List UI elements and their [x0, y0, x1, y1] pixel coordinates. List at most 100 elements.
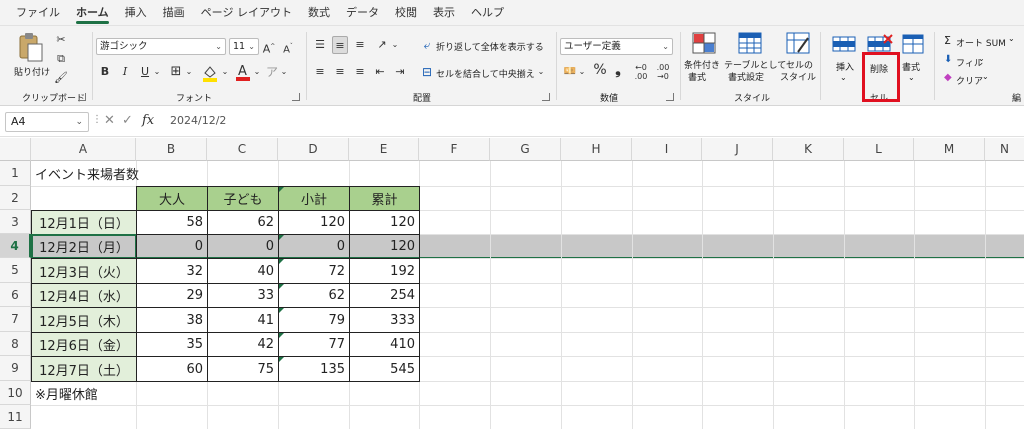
adult-cell[interactable]: 60: [136, 356, 208, 382]
align-right-icon[interactable]: ≡: [352, 63, 368, 81]
adult-cell[interactable]: 32: [136, 258, 208, 284]
date-cell[interactable]: 12月4日（水）: [31, 283, 137, 308]
fill-icon[interactable]: ⬇: [944, 54, 952, 65]
format-cells-label[interactable]: 書式: [902, 60, 920, 73]
format-painter-icon[interactable]: 🖌: [54, 69, 68, 87]
subtotal-cell[interactable]: 0: [278, 234, 350, 259]
chevron-down-icon[interactable]: ⌄: [252, 63, 262, 81]
chevron-down-icon[interactable]: ⌄: [279, 63, 289, 81]
chevron-down-icon[interactable]: ⌄: [578, 63, 586, 81]
tab-file[interactable]: ファイル: [8, 0, 68, 26]
increase-indent-icon[interactable]: ⇥: [392, 63, 408, 81]
column-header-l[interactable]: L: [844, 138, 914, 161]
total-cell[interactable]: 410: [349, 332, 420, 357]
paste-label[interactable]: 貼り付け: [14, 65, 50, 78]
column-header-m[interactable]: M: [914, 138, 985, 161]
align-left-icon[interactable]: ≡: [312, 63, 328, 81]
tab-draw[interactable]: 描画: [155, 0, 193, 26]
column-header-a[interactable]: A: [31, 138, 136, 161]
wrap-text-button[interactable]: 折り返して全体を表示する: [436, 40, 544, 53]
subtotal-cell[interactable]: 72: [278, 258, 350, 284]
align-middle-icon[interactable]: ≡: [332, 36, 348, 54]
format-as-table-line2[interactable]: 書式設定: [728, 70, 764, 83]
bold-button[interactable]: B: [98, 63, 112, 81]
insert-cells-label[interactable]: 挿入: [836, 60, 854, 73]
tab-help[interactable]: ヘルプ: [463, 0, 512, 26]
name-box[interactable]: A4 ⌄: [5, 112, 89, 132]
font-color-icon[interactable]: A: [236, 62, 250, 86]
subtotal-cell[interactable]: 62: [278, 283, 350, 308]
chevron-down-icon[interactable]: ⌄: [978, 54, 985, 63]
row-header-6[interactable]: 6: [0, 283, 31, 307]
tab-review[interactable]: 校閲: [387, 0, 425, 26]
tab-data[interactable]: データ: [338, 0, 387, 26]
adult-cell[interactable]: 0: [136, 234, 208, 259]
chevron-down-icon[interactable]: ⌄: [152, 63, 162, 81]
chevron-down-icon[interactable]: ⌄: [390, 36, 400, 54]
column-header-j[interactable]: J: [702, 138, 773, 161]
eraser-icon[interactable]: ◆: [944, 72, 952, 83]
fill-color-icon[interactable]: [202, 64, 218, 86]
tab-insert[interactable]: 挿入: [117, 0, 155, 26]
align-bottom-icon[interactable]: ≡: [352, 36, 368, 54]
chevron-down-icon[interactable]: ⌄: [184, 63, 194, 81]
subtotal-cell[interactable]: 120: [278, 210, 350, 235]
chevron-down-icon[interactable]: ⌄: [220, 63, 230, 81]
row-header-10[interactable]: 10: [0, 381, 31, 405]
autosum-button[interactable]: オート SUM: [956, 36, 1006, 49]
cell-styles-line2[interactable]: スタイル: [780, 70, 816, 83]
number-format-select[interactable]: ユーザー定義 ⌄: [560, 38, 673, 55]
insert-function-icon[interactable]: fx: [142, 113, 154, 128]
row-header-1[interactable]: 1: [0, 161, 31, 186]
child-cell[interactable]: 40: [207, 258, 279, 284]
font-launcher-icon[interactable]: [292, 93, 300, 101]
column-header-c[interactable]: C: [207, 138, 278, 161]
total-cell[interactable]: 192: [349, 258, 420, 284]
merge-center-button[interactable]: セルを結合して中央揃え: [436, 67, 535, 80]
row-header-4[interactable]: 4: [0, 234, 31, 258]
subtotal-cell[interactable]: 77: [278, 332, 350, 357]
clipboard-launcher-icon[interactable]: [78, 93, 86, 101]
align-center-icon[interactable]: ≡: [332, 63, 348, 81]
decrease-decimal-icon[interactable]: .00 →0: [654, 63, 672, 81]
row-header-2[interactable]: 2: [0, 186, 31, 210]
orientation-icon[interactable]: ↗: [374, 36, 390, 54]
tab-page-layout[interactable]: ページ レイアウト: [193, 0, 300, 26]
child-cell[interactable]: 62: [207, 210, 279, 235]
closed-note[interactable]: ※月曜休館: [31, 381, 102, 405]
total-cell[interactable]: 333: [349, 307, 420, 333]
chevron-down-icon[interactable]: ⌄: [908, 73, 915, 82]
increase-decimal-icon[interactable]: ←0.00: [632, 63, 650, 81]
currency-icon[interactable]: 💴: [562, 63, 578, 81]
autosum-icon[interactable]: Σ: [944, 34, 951, 47]
column-header-b[interactable]: B: [136, 138, 207, 161]
row-header-3[interactable]: 3: [0, 210, 31, 234]
column-header-h[interactable]: H: [561, 138, 632, 161]
cancel-icon[interactable]: ✕: [104, 113, 115, 128]
total-cell[interactable]: 120: [349, 210, 420, 235]
adult-cell[interactable]: 38: [136, 307, 208, 333]
merge-center-icon[interactable]: ⊟: [420, 63, 434, 81]
date-cell-active[interactable]: 12月2日（月）: [31, 234, 137, 259]
child-cell[interactable]: 75: [207, 356, 279, 382]
date-cell[interactable]: 12月3日（火）: [31, 258, 137, 284]
chevron-down-icon[interactable]: ⌄: [840, 73, 847, 82]
header-subtotal[interactable]: 小計: [278, 186, 350, 211]
underline-button[interactable]: U: [138, 63, 152, 81]
phonetic-icon[interactable]: ア: [266, 63, 278, 81]
total-cell[interactable]: 120: [349, 234, 420, 259]
chevron-down-icon[interactable]: ⌄: [982, 72, 989, 81]
header-child[interactable]: 子ども: [207, 186, 279, 211]
total-cell[interactable]: 545: [349, 356, 420, 382]
header-adult[interactable]: 大人: [136, 186, 208, 211]
comma-button[interactable]: ❟: [612, 61, 624, 79]
chevron-down-icon[interactable]: ⌄: [1008, 34, 1015, 43]
increase-font-icon[interactable]: A^: [262, 38, 276, 56]
column-header-f[interactable]: F: [419, 138, 490, 161]
subtotal-cell[interactable]: 135: [278, 356, 350, 382]
paste-icon[interactable]: [18, 32, 44, 66]
alignment-launcher-icon[interactable]: [542, 93, 550, 101]
header-total[interactable]: 累計: [349, 186, 420, 211]
copy-icon[interactable]: ⧉: [54, 50, 68, 68]
cell-styles-icon[interactable]: [786, 32, 810, 58]
